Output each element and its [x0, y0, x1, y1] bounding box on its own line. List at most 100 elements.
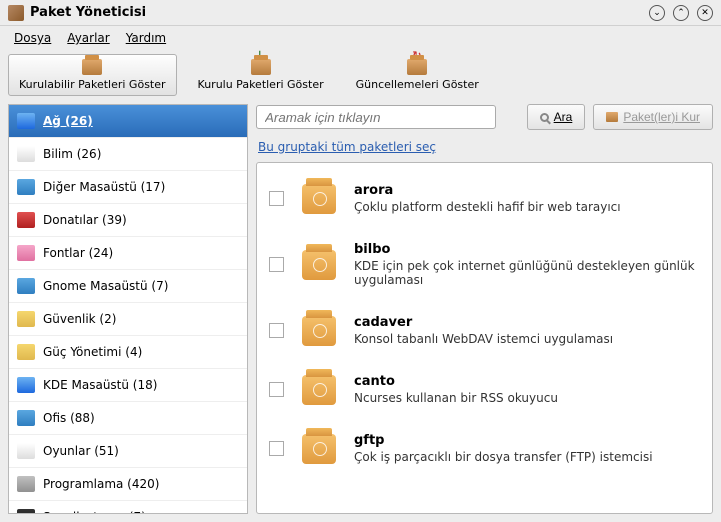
package-icon	[302, 250, 336, 280]
show-installable-button[interactable]: Kurulabilir Paketleri Göster	[8, 54, 177, 96]
category-label: Oyunlar (51)	[43, 444, 119, 458]
package-item[interactable]: bilbo KDE için pek çok internet günlüğünü…	[257, 228, 712, 301]
package-item[interactable]: cadaver Konsol tabanlı WebDAV istemci uyg…	[257, 301, 712, 360]
package-description: KDE için pek çok internet günlüğünü dest…	[354, 259, 700, 287]
search-icon	[540, 113, 549, 122]
main-panel: Ara Paket(ler)i Kur Bu gruptaki tüm pake…	[256, 104, 713, 514]
category-item[interactable]: Bilim (26)	[9, 138, 247, 171]
close-button[interactable]: ✕	[697, 5, 713, 21]
package-name: cadaver	[354, 315, 700, 330]
category-icon	[17, 146, 35, 162]
show-installed-button[interactable]: Kurulu Paketleri Göster	[187, 54, 335, 96]
category-item[interactable]: Fontlar (24)	[9, 237, 247, 270]
package-description: Konsol tabanlı WebDAV istemci uygulaması	[354, 332, 700, 346]
category-list[interactable]: Ağ (26) Bilim (26) Diğer Masaüstü (17) Dona…	[8, 104, 248, 514]
category-icon	[17, 245, 35, 261]
window-title: Paket Yöneticisi	[30, 5, 649, 20]
category-icon	[17, 311, 35, 327]
category-label: Programlama (420)	[43, 477, 159, 491]
category-icon	[17, 179, 35, 195]
category-item[interactable]: Gnome Masaüstü (7)	[9, 270, 247, 303]
package-description: Çok iş parçacıklı bir dosya transfer (FT…	[354, 450, 700, 464]
search-input[interactable]	[256, 105, 496, 129]
category-label: Donatılar (39)	[43, 213, 127, 227]
category-item[interactable]: Programlama (420)	[9, 468, 247, 501]
package-checkbox[interactable]	[269, 323, 284, 338]
box-updates-icon	[407, 59, 427, 75]
package-checkbox[interactable]	[269, 441, 284, 456]
menubar: Dosya Ayarlar Yardım	[0, 26, 721, 50]
package-icon	[302, 434, 336, 464]
category-item[interactable]: Diğer Masaüstü (17)	[9, 171, 247, 204]
search-button[interactable]: Ara	[527, 104, 586, 130]
category-icon	[17, 212, 35, 228]
category-icon	[17, 377, 35, 393]
category-label: Gnome Masaüstü (7)	[43, 279, 168, 293]
toolbar: Kurulabilir Paketleri Göster Kurulu Pake…	[0, 50, 721, 104]
category-label: Fontlar (24)	[43, 246, 113, 260]
category-item[interactable]: Oyunlar (51)	[9, 435, 247, 468]
category-label: Güç Yönetimi (4)	[43, 345, 142, 359]
titlebar: Paket Yöneticisi ⌄ ⌃ ✕	[0, 0, 721, 26]
show-updates-button[interactable]: Güncellemeleri Göster	[345, 54, 490, 96]
package-item[interactable]: canto Ncurses kullanan bir RSS okuyucu	[257, 360, 712, 419]
package-description: Ncurses kullanan bir RSS okuyucu	[354, 391, 700, 405]
category-label: Sanallaştırma (7)	[43, 510, 146, 514]
package-icon	[302, 316, 336, 346]
category-label: Ağ (26)	[43, 114, 93, 128]
category-item[interactable]: Güç Yönetimi (4)	[9, 336, 247, 369]
package-name: gftp	[354, 433, 700, 448]
package-item[interactable]: gftp Çok iş parçacıklı bir dosya transfer…	[257, 419, 712, 478]
menu-settings[interactable]: Ayarlar	[61, 29, 115, 47]
box-installed-icon	[251, 59, 271, 75]
window-controls: ⌄ ⌃ ✕	[649, 5, 713, 21]
package-text: bilbo KDE için pek çok internet günlüğünü…	[354, 242, 700, 287]
category-icon	[17, 410, 35, 426]
category-icon	[17, 278, 35, 294]
category-icon	[17, 344, 35, 360]
maximize-button[interactable]: ⌃	[673, 5, 689, 21]
menu-help[interactable]: Yardım	[120, 29, 172, 47]
package-name: bilbo	[354, 242, 700, 257]
category-icon	[17, 509, 35, 514]
package-item[interactable]: arora Çoklu platform destekli hafif bir w…	[257, 169, 712, 228]
content: Ağ (26) Bilim (26) Diğer Masaüstü (17) Dona…	[0, 104, 721, 522]
select-all-link[interactable]: Bu gruptaki tüm paketleri seç	[258, 140, 436, 154]
category-icon	[17, 476, 35, 492]
window: Paket Yöneticisi ⌄ ⌃ ✕ Dosya Ayarlar Yar…	[0, 0, 721, 522]
category-label: Bilim (26)	[43, 147, 101, 161]
package-icon	[302, 375, 336, 405]
install-button[interactable]: Paket(ler)i Kur	[593, 104, 713, 130]
category-label: Güvenlik (2)	[43, 312, 116, 326]
select-all-row: Bu gruptaki tüm paketleri seç	[256, 136, 713, 162]
category-label: KDE Masaüstü (18)	[43, 378, 157, 392]
category-item[interactable]: Ağ (26)	[9, 105, 247, 138]
app-icon	[8, 5, 24, 21]
category-item[interactable]: Güvenlik (2)	[9, 303, 247, 336]
package-checkbox[interactable]	[269, 257, 284, 272]
sidebar: Ağ (26) Bilim (26) Diğer Masaüstü (17) Dona…	[8, 104, 248, 514]
menu-file[interactable]: Dosya	[8, 29, 57, 47]
category-item[interactable]: KDE Masaüstü (18)	[9, 369, 247, 402]
category-icon	[17, 443, 35, 459]
package-name: arora	[354, 183, 700, 198]
package-icon	[302, 184, 336, 214]
package-name: canto	[354, 374, 700, 389]
search-row: Ara Paket(ler)i Kur	[256, 104, 713, 130]
package-description: Çoklu platform destekli hafif bir web ta…	[354, 200, 700, 214]
box-icon	[82, 59, 102, 75]
package-text: canto Ncurses kullanan bir RSS okuyucu	[354, 374, 700, 405]
category-label: Diğer Masaüstü (17)	[43, 180, 165, 194]
category-icon	[17, 113, 35, 129]
package-text: gftp Çok iş parçacıklı bir dosya transfer…	[354, 433, 700, 464]
category-label: Ofis (88)	[43, 411, 95, 425]
minimize-button[interactable]: ⌄	[649, 5, 665, 21]
package-checkbox[interactable]	[269, 191, 284, 206]
package-text: cadaver Konsol tabanlı WebDAV istemci uyg…	[354, 315, 700, 346]
install-icon	[606, 112, 618, 122]
category-item[interactable]: Donatılar (39)	[9, 204, 247, 237]
package-list[interactable]: arora Çoklu platform destekli hafif bir w…	[256, 162, 713, 514]
package-checkbox[interactable]	[269, 382, 284, 397]
category-item[interactable]: Sanallaştırma (7)	[9, 501, 247, 514]
category-item[interactable]: Ofis (88)	[9, 402, 247, 435]
